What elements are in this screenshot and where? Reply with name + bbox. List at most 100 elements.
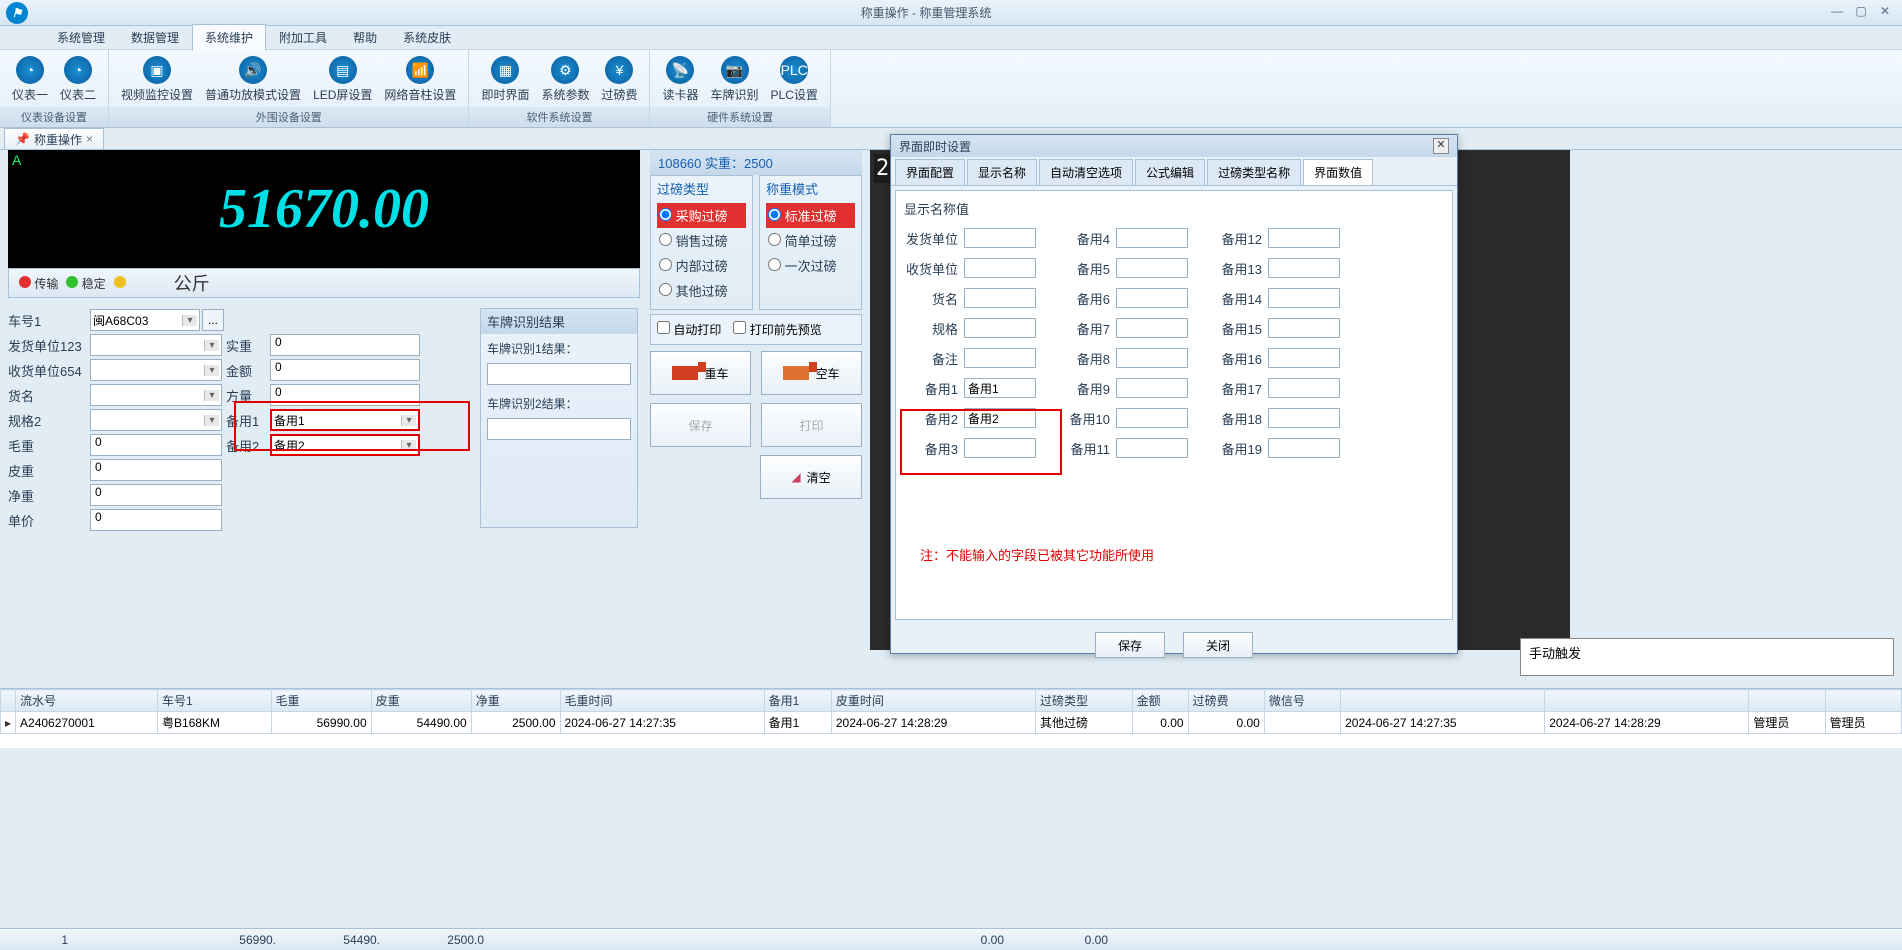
modal-field-备用1[interactable] [964, 378, 1036, 398]
menu-0[interactable]: 系统管理 [44, 24, 118, 51]
maximize-button[interactable]: ▢ [1850, 4, 1872, 22]
close-button[interactable]: ✕ [1874, 4, 1896, 22]
col-[interactable] [1341, 690, 1545, 712]
col-[interactable] [1825, 690, 1901, 712]
modal-tab-3[interactable]: 公式编辑 [1135, 159, 1205, 185]
col-[interactable] [1545, 690, 1749, 712]
field-金额[interactable]: 0 [270, 359, 420, 381]
menu-5[interactable]: 系统皮肤 [390, 24, 464, 51]
modal-field-规格[interactable] [964, 318, 1036, 338]
dialog-close-button[interactable]: ✕ [1433, 138, 1449, 154]
col-毛重[interactable]: 毛重 [271, 690, 371, 712]
dialog-close-button-2[interactable]: 关闭 [1183, 632, 1253, 658]
modal-field-备用15[interactable] [1268, 318, 1340, 338]
modal-tab-5[interactable]: 界面数值 [1303, 159, 1373, 185]
modal-field-备用7[interactable] [1116, 318, 1188, 338]
ribbon-LED屏设置[interactable]: ▤LED屏设置 [307, 52, 378, 107]
modal-field-备用19[interactable] [1268, 438, 1340, 458]
col-备用1[interactable]: 备用1 [764, 690, 831, 712]
ribbon-PLC设置[interactable]: PLCPLC设置 [765, 52, 824, 107]
col-毛重时间[interactable]: 毛重时间 [560, 690, 764, 712]
dialog-save-button[interactable]: 保存 [1095, 632, 1165, 658]
field-方量[interactable]: 0 [270, 384, 420, 406]
col-皮重时间[interactable]: 皮重时间 [831, 690, 1035, 712]
doctab-close-icon[interactable]: × [86, 132, 93, 146]
col-净重[interactable]: 净重 [471, 690, 560, 712]
col-皮重[interactable]: 皮重 [371, 690, 471, 712]
field-实重[interactable]: 0 [270, 334, 420, 356]
opt-标准过磅[interactable]: 标准过磅 [766, 203, 855, 228]
records-grid[interactable]: 流水号车号1毛重皮重净重毛重时间备用1皮重时间过磅类型金额过磅费微信号▸A240… [0, 688, 1902, 748]
opt-采购过磅[interactable]: 采购过磅 [657, 203, 746, 228]
doctab-weighing[interactable]: 📌 称重操作 × [4, 128, 104, 149]
auto-print-checkbox[interactable]: 自动打印 [657, 321, 721, 338]
ribbon-网络音柱设置[interactable]: 📶网络音柱设置 [378, 52, 462, 107]
modal-field-货名[interactable] [964, 288, 1036, 308]
grid-row-0[interactable]: ▸A2406270001粤B168KM56990.0054490.002500.… [1, 712, 1902, 734]
modal-field-收货单位[interactable] [964, 258, 1036, 278]
opt-简单过磅[interactable]: 简单过磅 [766, 228, 855, 253]
menu-3[interactable]: 附加工具 [266, 24, 340, 51]
empty-vehicle-button[interactable]: 空车 [761, 351, 862, 395]
field-收货单位654[interactable] [90, 359, 222, 381]
field-规格2[interactable] [90, 409, 222, 431]
modal-tab-2[interactable]: 自动清空选项 [1039, 159, 1133, 185]
col-微信号[interactable]: 微信号 [1264, 690, 1340, 712]
menu-2[interactable]: 系统维护 [192, 24, 266, 51]
modal-tab-0[interactable]: 界面配置 [895, 159, 965, 185]
field-发货单位123[interactable] [90, 334, 222, 356]
opt-销售过磅[interactable]: 销售过磅 [657, 228, 746, 253]
save-button[interactable]: 保存 [650, 403, 751, 447]
col-过磅费[interactable]: 过磅费 [1188, 690, 1264, 712]
field-车号1[interactable]: 闽A68C03 [90, 309, 200, 331]
opt-其他过磅[interactable]: 其他过磅 [657, 278, 746, 303]
field-备用2[interactable]: 备用2 [270, 434, 420, 456]
minimize-button[interactable]: — [1826, 4, 1848, 22]
modal-field-备用6[interactable] [1116, 288, 1188, 308]
ribbon-视频监控设置[interactable]: ▣视频监控设置 [115, 52, 199, 107]
ribbon-仪表一[interactable]: ◔仪表一 [6, 52, 54, 107]
modal-tab-1[interactable]: 显示名称 [967, 159, 1037, 185]
preview-before-print-checkbox[interactable]: 打印前先预览 [733, 321, 821, 338]
modal-field-备用11[interactable] [1116, 438, 1188, 458]
col-车号1[interactable]: 车号1 [157, 690, 271, 712]
modal-field-发货单位[interactable] [964, 228, 1036, 248]
ribbon-普通功放模式设置[interactable]: 🔊普通功放模式设置 [199, 52, 307, 107]
modal-field-备用16[interactable] [1268, 348, 1340, 368]
modal-field-备用4[interactable] [1116, 228, 1188, 248]
ribbon-系统参数[interactable]: ⚙系统参数 [535, 52, 595, 107]
ribbon-即时界面[interactable]: ▦即时界面 [475, 52, 535, 107]
ribbon-仪表二[interactable]: ◔仪表二 [54, 52, 102, 107]
modal-field-备用12[interactable] [1268, 228, 1340, 248]
col-过磅类型[interactable]: 过磅类型 [1035, 690, 1132, 712]
field-货名[interactable] [90, 384, 222, 406]
modal-field-备用5[interactable] [1116, 258, 1188, 278]
modal-field-备用13[interactable] [1268, 258, 1340, 278]
col-[interactable] [1749, 690, 1825, 712]
modal-tab-4[interactable]: 过磅类型名称 [1207, 159, 1301, 185]
opt-内部过磅[interactable]: 内部过磅 [657, 253, 746, 278]
field-毛重[interactable]: 0 [90, 434, 222, 456]
clear-button[interactable]: ◢清空 [760, 455, 862, 499]
menu-4[interactable]: 帮助 [340, 24, 390, 51]
opt-一次过磅[interactable]: 一次过磅 [766, 253, 855, 278]
modal-field-备用18[interactable] [1268, 408, 1340, 428]
print-button[interactable]: 打印 [761, 403, 862, 447]
field-单价[interactable]: 0 [90, 509, 222, 531]
modal-field-备用8[interactable] [1116, 348, 1188, 368]
field-备用1[interactable]: 备用1 [270, 409, 420, 431]
col-金额[interactable]: 金额 [1132, 690, 1188, 712]
heavy-vehicle-button[interactable]: 重车 [650, 351, 751, 395]
ribbon-读卡器[interactable]: 📡读卡器 [656, 52, 704, 107]
modal-field-备用14[interactable] [1268, 288, 1340, 308]
vehicle-lookup-button[interactable]: ... [202, 309, 224, 331]
modal-field-备注[interactable] [964, 348, 1036, 368]
modal-field-备用9[interactable] [1116, 378, 1188, 398]
field-净重[interactable]: 0 [90, 484, 222, 506]
ribbon-过磅费[interactable]: ¥过磅费 [595, 52, 643, 107]
modal-field-备用10[interactable] [1116, 408, 1188, 428]
menu-1[interactable]: 数据管理 [118, 24, 192, 51]
ribbon-车牌识别[interactable]: 📷车牌识别 [705, 52, 765, 107]
field-皮重[interactable]: 0 [90, 459, 222, 481]
manual-trigger-button[interactable]: 手动触发 [1520, 638, 1894, 676]
